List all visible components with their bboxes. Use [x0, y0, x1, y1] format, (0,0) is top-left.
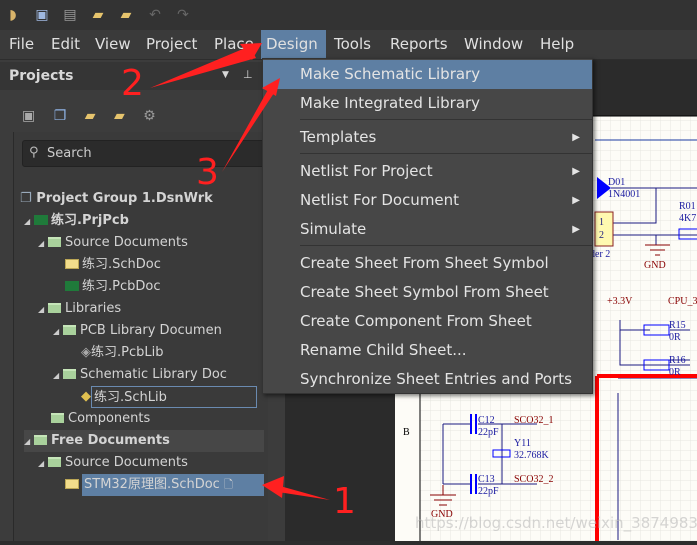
arrow-3	[222, 86, 276, 172]
step-1-label: 1	[333, 481, 356, 522]
arrow-1-head	[262, 476, 284, 498]
step-2-label: 2	[121, 63, 144, 104]
arrow-1	[278, 486, 330, 500]
annotation-arrows	[150, 43, 330, 500]
step-3-label: 3	[196, 152, 219, 193]
arrow-2	[150, 46, 256, 88]
